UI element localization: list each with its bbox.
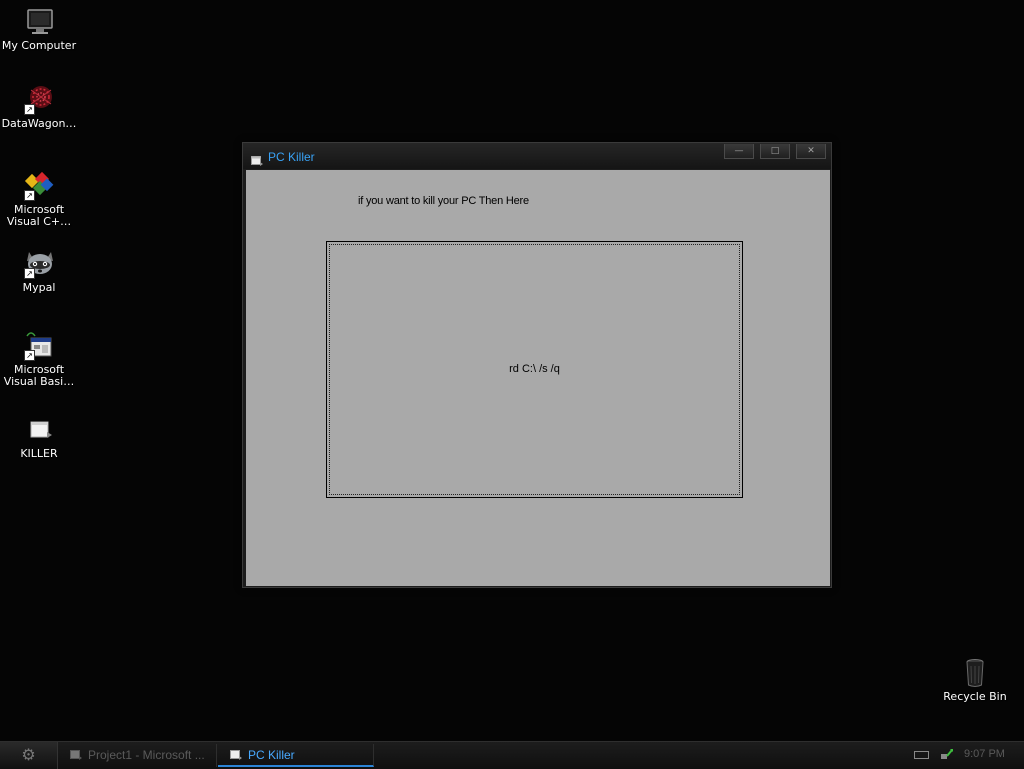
- start-button[interactable]: ⚙: [0, 742, 58, 769]
- kill-pc-button[interactable]: rd C:\ /s /q: [326, 241, 743, 498]
- desktop-icon-label: Mypal: [22, 281, 56, 294]
- desktop-icon-label: Microsoft Visual C+…: [6, 203, 72, 228]
- network-icon[interactable]: [940, 747, 954, 761]
- desktop-icon-datawagon[interactable]: ↗ DataWagon…: [0, 84, 79, 130]
- datawagon-icon: ↗: [23, 84, 55, 116]
- taskbar-item-pc-killer[interactable]: PC Killer: [218, 744, 374, 767]
- system-clock[interactable]: 9:07 PM: [964, 748, 1005, 760]
- trash-icon: [959, 657, 991, 689]
- maximize-button[interactable]: □: [760, 144, 790, 159]
- desktop-icon-label: DataWagon…: [1, 117, 77, 130]
- kill-pc-button-label: rd C:\ /s /q: [509, 363, 560, 375]
- taskbar-item-project1[interactable]: Project1 - Microsoft ...: [58, 744, 217, 767]
- visual-basic-icon: ↗: [23, 330, 55, 362]
- minimize-icon: —: [734, 146, 744, 156]
- monitor-icon: [23, 6, 55, 38]
- desktop-icon-visual-basic[interactable]: ↗ Microsoft Visual Basi…: [0, 330, 79, 388]
- prompt-label: if you want to kill your PC Then Here: [358, 195, 529, 207]
- desktop-icon-mypal[interactable]: ↗ Mypal: [0, 248, 79, 294]
- desktop-icon-label: KILLER: [20, 447, 58, 460]
- window-title: PC Killer: [268, 150, 315, 164]
- keyboard-icon[interactable]: [914, 751, 929, 759]
- desktop-icon-label: Recycle Bin: [943, 690, 1007, 703]
- title-bar[interactable]: PC Killer — □ ✕: [243, 143, 831, 169]
- app-icon: [230, 745, 242, 760]
- desktop-icon-killer[interactable]: KILLER: [0, 414, 79, 460]
- close-button[interactable]: ✕: [796, 144, 826, 159]
- raccoon-icon: ↗: [23, 248, 55, 280]
- minimize-button[interactable]: —: [724, 144, 754, 159]
- program-icon: [23, 414, 55, 446]
- app-icon: [251, 151, 263, 166]
- desktop-icon-label: Microsoft Visual Basi…: [3, 363, 75, 388]
- desktop-icon-visual-cpp[interactable]: ↗ Microsoft Visual C+…: [0, 170, 79, 228]
- start-orb-icon: ⚙: [21, 745, 36, 764]
- pc-killer-window: PC Killer — □ ✕ if you want to kill your…: [242, 142, 832, 588]
- maximize-icon: □: [770, 146, 780, 156]
- app-icon: [70, 745, 82, 760]
- desktop-icon-recycle-bin[interactable]: Recycle Bin: [935, 657, 1015, 703]
- taskbar-item-label: Project1 - Microsoft ...: [88, 748, 205, 762]
- taskbar: ⚙ Project1 - Microsoft ... PC Killer 9:0…: [0, 741, 1024, 769]
- taskbar-item-label: PC Killer: [248, 748, 295, 762]
- form-client-area: if you want to kill your PC Then Here rd…: [246, 170, 830, 586]
- desktop-icon-label: My Computer: [1, 39, 77, 52]
- visual-cpp-icon: ↗: [23, 170, 55, 202]
- desktop-icon-my-computer[interactable]: My Computer: [0, 6, 79, 52]
- close-icon: ✕: [807, 146, 815, 156]
